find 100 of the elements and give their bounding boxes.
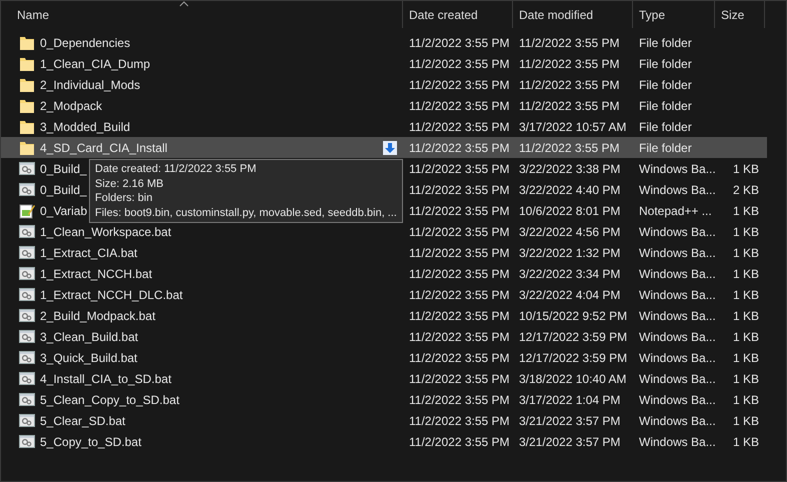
gear-window-icon — [19, 370, 35, 386]
date-created: 11/2/2022 3:55 PM — [409, 372, 510, 386]
date-created: 11/2/2022 3:55 PM — [409, 246, 510, 260]
column-header[interactable]: Size — [721, 8, 744, 22]
file-name: 1_Extract_NCCH_DLC.bat — [40, 288, 183, 302]
date-created: 11/2/2022 3:55 PM — [409, 330, 510, 344]
date-modified: 11/2/2022 3:55 PM — [519, 140, 620, 154]
gear-window-icon — [19, 392, 35, 408]
date-modified: 3/22/2022 1:32 PM — [519, 246, 620, 260]
file-name: 2_Modpack — [40, 98, 102, 112]
file-name: 2_Individual_Mods — [40, 78, 140, 92]
file-size: 1 KB — [732, 330, 759, 344]
file-type: Windows Ba... — [639, 392, 716, 406]
file-size: 1 KB — [732, 414, 759, 428]
folder-icon — [19, 56, 35, 72]
folder-icon — [19, 76, 35, 92]
date-modified: 3/17/2022 10:57 AM — [519, 120, 626, 134]
file-size: 1 KB — [732, 288, 759, 302]
date-modified: 3/22/2022 4:40 PM — [519, 182, 620, 196]
file-name: 1_Clean_Workspace.bat — [40, 224, 172, 238]
file-name: 5_Copy_to_SD.bat — [40, 434, 142, 448]
folder-icon — [19, 98, 35, 114]
file-size: 1 KB — [732, 204, 759, 218]
date-created: 11/2/2022 3:55 PM — [409, 308, 510, 322]
file-name: 5_Clean_Copy_to_SD.bat — [40, 392, 180, 406]
date-created: 11/2/2022 3:55 PM — [409, 140, 510, 154]
file-size: 1 KB — [732, 266, 759, 280]
file-name: 1_Extract_CIA.bat — [40, 246, 138, 260]
tooltip-line: Date created: 11/2/2022 3:55 PM — [95, 162, 258, 176]
notepad-icon — [19, 202, 35, 218]
file-size: 1 KB — [732, 162, 759, 176]
file-type: Windows Ba... — [639, 372, 716, 386]
date-modified: 11/2/2022 3:55 PM — [519, 78, 620, 92]
date-created: 11/2/2022 3:55 PM — [409, 162, 510, 176]
date-modified: 11/2/2022 3:55 PM — [519, 36, 620, 50]
file-size: 1 KB — [732, 350, 759, 364]
file-type: Windows Ba... — [639, 246, 716, 260]
date-modified: 12/17/2022 3:59 PM — [519, 350, 628, 364]
date-modified: 3/22/2022 4:04 PM — [519, 288, 620, 302]
file-size: 1 KB — [732, 308, 759, 322]
column-header[interactable]: Name — [17, 8, 50, 22]
file-type: Windows Ba... — [639, 182, 716, 196]
gear-window-icon — [19, 160, 35, 176]
folder-icon — [19, 34, 35, 50]
file-name: 2_Build_Modpack.bat — [40, 308, 156, 322]
column-header[interactable]: Date modified — [519, 8, 594, 22]
file-type: File folder — [639, 78, 692, 92]
date-modified: 3/22/2022 3:34 PM — [519, 266, 620, 280]
file-type: Windows Ba... — [639, 330, 716, 344]
file-size: 2 KB — [732, 182, 759, 196]
file-name: 4_SD_Card_CIA_Install — [40, 140, 168, 154]
date-modified: 3/22/2022 4:56 PM — [519, 224, 620, 238]
gear-window-icon — [19, 350, 35, 366]
tooltip-line: Folders: bin — [95, 191, 154, 206]
file-type: Windows Ba... — [639, 350, 716, 364]
file-name: 0_Variab — [40, 204, 88, 218]
file-name: 3_Clean_Build.bat — [40, 330, 138, 344]
date-modified: 10/15/2022 9:52 PM — [519, 308, 628, 322]
date-created: 11/2/2022 3:55 PM — [409, 78, 510, 92]
file-name: 3_Modded_Build — [40, 120, 130, 134]
gear-window-icon — [19, 266, 35, 282]
file-size: 1 KB — [732, 224, 759, 238]
date-created: 11/2/2022 3:55 PM — [409, 98, 510, 112]
gear-window-icon — [19, 412, 35, 428]
file-type: File folder — [639, 140, 692, 154]
file-type: File folder — [639, 36, 692, 50]
date-created: 11/2/2022 3:55 PM — [409, 204, 510, 218]
date-modified: 3/22/2022 3:38 PM — [519, 162, 620, 176]
date-created: 11/2/2022 3:55 PM — [409, 36, 510, 50]
date-created: 11/2/2022 3:55 PM — [409, 120, 510, 134]
tooltip-line: Files: boot9.bin, custominstall.py, movable.sed, seeddb.bin, ... — [95, 206, 397, 220]
file-name: 1_Extract_NCCH.bat — [40, 266, 152, 280]
file-name: 5_Clear_SD.bat — [40, 414, 126, 428]
column-header[interactable]: Date created — [409, 8, 478, 22]
date-modified: 3/18/2022 10:40 AM — [519, 372, 626, 386]
date-created: 11/2/2022 3:55 PM — [409, 414, 510, 428]
file-size: 1 KB — [732, 392, 759, 406]
gear-window-icon — [19, 182, 35, 198]
date-created: 11/2/2022 3:55 PM — [409, 182, 510, 196]
gear-window-icon — [19, 286, 35, 302]
file-name: 0_Build_ — [40, 162, 87, 176]
date-created: 11/2/2022 3:55 PM — [409, 288, 510, 302]
column-header[interactable]: Type — [639, 8, 666, 22]
folder-icon — [19, 140, 35, 156]
folder-icon — [19, 118, 35, 134]
date-modified: 3/21/2022 3:57 PM — [519, 414, 620, 428]
file-type: Notepad++ ... — [639, 204, 712, 218]
gear-window-icon — [19, 434, 35, 450]
date-modified: 11/2/2022 3:55 PM — [519, 98, 620, 112]
file-type: Windows Ba... — [639, 308, 716, 322]
date-modified: 3/17/2022 1:04 PM — [519, 392, 620, 406]
file-name: 1_Clean_CIA_Dump — [40, 56, 150, 70]
file-name: 4_Install_CIA_to_SD.bat — [40, 372, 172, 386]
selected-row[interactable]: 4_SD_Card_CIA_Install 11/2/2022 3:55 PM 11/2/2022 3:55 PM File folder — [1, 137, 767, 158]
file-type: Windows Ba... — [639, 414, 716, 428]
date-modified: 10/6/2022 8:01 PM — [519, 204, 620, 218]
date-created: 11/2/2022 3:55 PM — [409, 56, 510, 70]
date-created: 11/2/2022 3:55 PM — [409, 266, 510, 280]
file-size: 1 KB — [732, 372, 759, 386]
date-created: 11/2/2022 3:55 PM — [409, 392, 510, 406]
